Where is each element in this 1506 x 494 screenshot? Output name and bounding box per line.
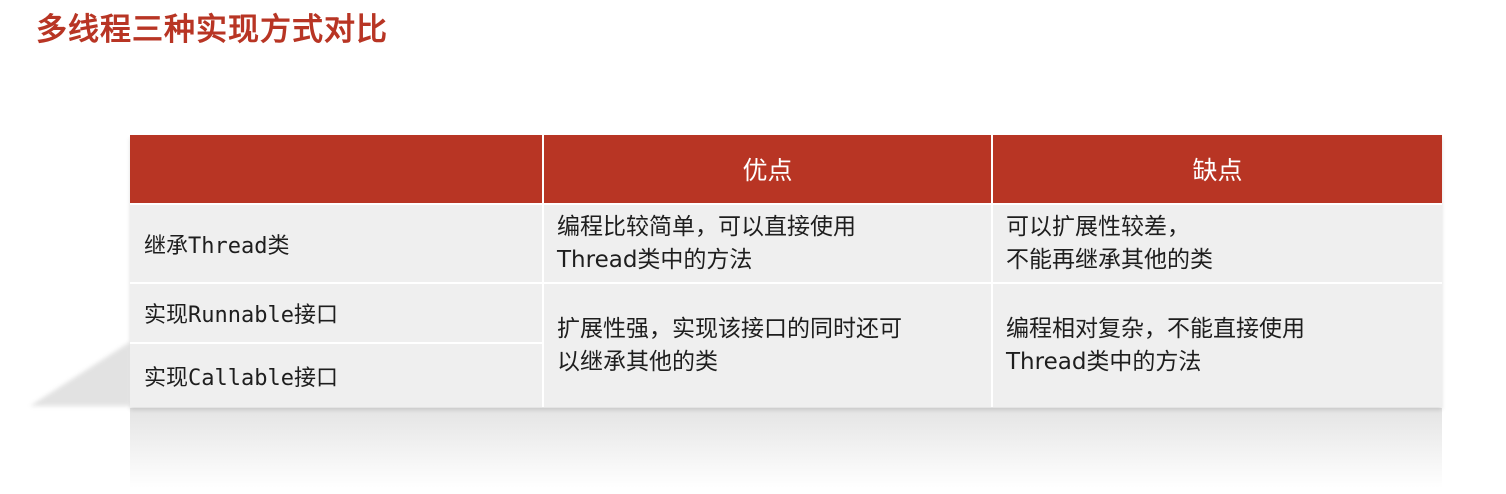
header-cell-pros: 优点 [544, 135, 991, 203]
decorative-shadow [30, 342, 130, 406]
header-cell-cons: 缺点 [993, 135, 1442, 203]
table-reflection [130, 408, 1442, 488]
cell-interface-cons: 编程相对复杂，不能直接使用 Thread类中的方法 [993, 284, 1442, 407]
comparison-table: 优点 缺点 继承Thread类 编程比较简单，可以直接使用 Thread类中的方… [130, 135, 1442, 407]
page-title: 多线程三种实现方式对比 [36, 12, 388, 48]
row-label-runnable: 实现Runnable接口 [130, 284, 542, 342]
cell-thread-cons: 可以扩展性较差， 不能再继承其他的类 [993, 205, 1442, 282]
header-cell-empty [130, 135, 542, 203]
row-label-thread: 继承Thread类 [130, 205, 542, 282]
cell-interface-pros: 扩展性强，实现该接口的同时还可 以继承其他的类 [544, 284, 991, 407]
row-label-callable: 实现Callable接口 [130, 344, 542, 407]
cell-thread-pros: 编程比较简单，可以直接使用 Thread类中的方法 [544, 205, 991, 282]
